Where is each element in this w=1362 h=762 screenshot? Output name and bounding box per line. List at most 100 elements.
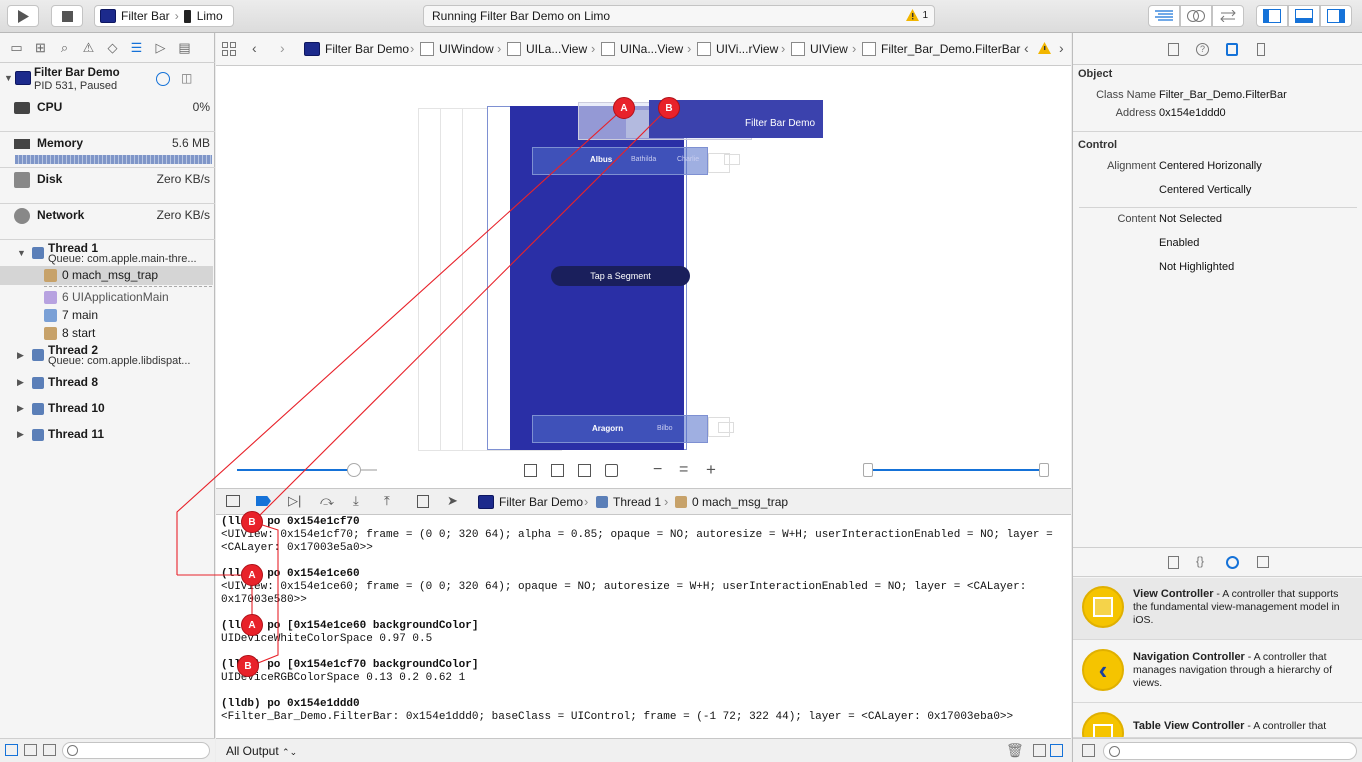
disclosure-triangle-icon[interactable]: ▼ <box>17 248 26 258</box>
toggle-navigator-button[interactable] <box>1256 5 1288 27</box>
library-item-navigation-controller[interactable]: ‹ Navigation Controller - A controller t… <box>1073 641 1362 703</box>
disclosure-triangle-icon[interactable]: ▶ <box>17 350 24 361</box>
thread-row[interactable]: ▶ Thread 10 <box>0 400 213 418</box>
library-filter-input[interactable] <box>1103 742 1357 760</box>
object-library-icon[interactable] <box>1226 556 1239 569</box>
thread-row[interactable]: ▶ Thread 8 <box>0 374 213 392</box>
crumb-filter-bar[interactable]: Filter_Bar_Demo.FilterBar <box>862 42 1020 56</box>
memory-gauge[interactable]: Memory 5.6 MB <box>0 132 215 168</box>
crumb-window[interactable]: UIWindow <box>420 42 494 56</box>
library-item-view-controller[interactable]: View Controller - A controller that supp… <box>1073 578 1362 640</box>
disclosure-triangle-icon[interactable]: ▶ <box>17 429 24 440</box>
frame-row-selected[interactable]: 0 mach_msg_trap <box>0 266 213 285</box>
zoom-in-icon[interactable]: + <box>706 460 716 480</box>
warning-icon[interactable]: ⚠ <box>80 39 97 56</box>
grid-icon[interactable] <box>578 464 591 477</box>
range-slider[interactable] <box>863 463 1049 477</box>
process-row[interactable]: ▼ Filter Bar Demo PID 531, Paused ◫ <box>0 64 215 94</box>
step-out-icon[interactable]: ⤒ <box>384 493 390 509</box>
cpu-gauge[interactable]: CPU 0% <box>0 96 215 132</box>
network-gauge[interactable]: Network Zero KB/s <box>0 204 215 240</box>
location-icon[interactable]: ➤ <box>447 493 458 509</box>
file-icon[interactable] <box>1168 43 1179 56</box>
breakpoints-toggle-icon[interactable] <box>256 496 271 506</box>
thread-row[interactable]: ▶ Thread 11 <box>0 426 213 444</box>
thread-row[interactable]: ▶ Thread 2 Queue: com.apple.libdispat... <box>0 343 213 367</box>
zoom-actual-icon[interactable]: = <box>679 461 688 479</box>
object-inspector-icon[interactable] <box>1226 43 1238 56</box>
spacing-slider[interactable] <box>237 463 377 477</box>
frame-row[interactable]: 8 start <box>0 325 213 343</box>
grid-icon[interactable] <box>5 744 18 756</box>
run-button[interactable] <box>7 5 39 27</box>
disclosure-triangle-icon[interactable]: ▶ <box>17 403 24 414</box>
next-issue-icon[interactable]: › <box>1059 40 1064 56</box>
step-into-icon[interactable]: ⤓ <box>353 493 359 509</box>
frame-row[interactable]: 7 main <box>0 307 213 325</box>
file-template-icon[interactable] <box>1168 556 1179 569</box>
back-icon[interactable]: ‹ <box>252 40 257 56</box>
range-start-thumb[interactable] <box>863 463 873 477</box>
console-view-icon[interactable] <box>1050 744 1063 757</box>
size-inspector-icon[interactable] <box>1257 43 1265 56</box>
slider-thumb[interactable] <box>347 463 361 477</box>
frame-row[interactable]: 6 UIApplicationMain <box>0 289 213 307</box>
crumb-project[interactable]: Filter Bar Demo <box>304 42 409 56</box>
hierarchy-icon[interactable]: ⊞ <box>32 39 49 56</box>
filter-bar-top[interactable]: Albus Bathilda Charlie <box>532 147 708 175</box>
clip-icon[interactable] <box>524 464 537 477</box>
hide-debug-area-icon[interactable] <box>226 495 240 507</box>
debug-crumb-thread[interactable]: Thread 1 <box>596 495 661 509</box>
view-process-icon[interactable]: ◫ <box>181 71 192 85</box>
disclosure-triangle-icon[interactable]: ▶ <box>17 377 24 388</box>
disclosure-triangle-icon[interactable]: ▼ <box>4 73 13 83</box>
crumb-nav-view[interactable]: UINa...View <box>601 42 683 56</box>
assistant-editor-button[interactable] <box>1180 5 1212 27</box>
warning-indicator[interactable]: 1 <box>906 9 928 21</box>
warning-icon[interactable] <box>1038 42 1051 57</box>
gauge-icon[interactable] <box>156 72 170 86</box>
search-icon[interactable]: ⌕ <box>56 39 73 56</box>
debug-crumb-project[interactable]: Filter Bar Demo <box>478 495 583 509</box>
debug-crumb-frame[interactable]: 0 mach_msg_trap <box>675 495 788 509</box>
grid-view-icon[interactable] <box>1082 744 1095 757</box>
navigator-filter-input[interactable] <box>62 742 210 759</box>
report-icon[interactable]: ▤ <box>176 39 193 56</box>
crumb-layout-view[interactable]: UILa...View <box>507 42 587 56</box>
grid-icon[interactable] <box>24 744 37 756</box>
debug-icon[interactable]: ☰ <box>128 39 145 56</box>
output-filter-select[interactable]: All Output ⌃⌄ <box>226 744 297 758</box>
help-icon[interactable]: ? <box>1196 43 1209 56</box>
test-icon[interactable]: ◇ <box>104 39 121 56</box>
crumb-view[interactable]: UIView <box>791 42 848 56</box>
folder-icon[interactable]: ▭ <box>8 39 25 56</box>
thread-row[interactable]: ▼ Thread 1 Queue: com.apple.main-thre... <box>0 241 213 265</box>
stop-button[interactable] <box>51 5 83 27</box>
library-item-table-view-controller[interactable]: Table View Controller - A controller tha… <box>1073 704 1362 738</box>
layers-icon[interactable] <box>605 464 618 477</box>
breakpoint-icon[interactable]: ▷ <box>152 39 169 56</box>
related-items-icon[interactable] <box>222 42 236 56</box>
crumb-container-view[interactable]: UIVi...rView <box>697 42 778 56</box>
version-editor-button[interactable] <box>1212 5 1244 27</box>
code-snippet-icon[interactable]: {} <box>1196 554 1204 568</box>
trash-icon[interactable]: 🗑 <box>1006 742 1024 759</box>
toggle-debug-area-button[interactable] <box>1288 5 1320 27</box>
toggle-utilities-button[interactable] <box>1320 5 1352 27</box>
disk-gauge[interactable]: Disk Zero KB/s <box>0 168 215 204</box>
console-output[interactable]: (lldb) po 0x154e1cf70 <UIView: 0x154e1cf7… <box>216 515 1071 738</box>
zoom-out-icon[interactable]: − <box>653 461 662 479</box>
variables-view-icon[interactable] <box>1033 744 1046 757</box>
view-hierarchy-icon[interactable] <box>417 495 429 508</box>
frames-icon[interactable] <box>551 464 564 477</box>
forward-icon[interactable]: › <box>280 40 285 56</box>
view-debugger-canvas[interactable]: Filter Bar Demo Albus Bathilda Charlie T… <box>216 66 1071 488</box>
step-over-icon[interactable]: ⤼ <box>320 493 334 509</box>
scheme-selector[interactable]: Filter Bar › Limo <box>94 5 234 27</box>
range-end-thumb[interactable] <box>1039 463 1049 477</box>
filter-bar-bottom[interactable]: Aragorn Bilbo <box>532 415 708 443</box>
continue-icon[interactable]: ▷| <box>288 493 301 509</box>
previous-issue-icon[interactable]: ‹ <box>1024 40 1029 56</box>
grid-icon[interactable] <box>43 744 56 756</box>
standard-editor-button[interactable] <box>1148 5 1180 27</box>
